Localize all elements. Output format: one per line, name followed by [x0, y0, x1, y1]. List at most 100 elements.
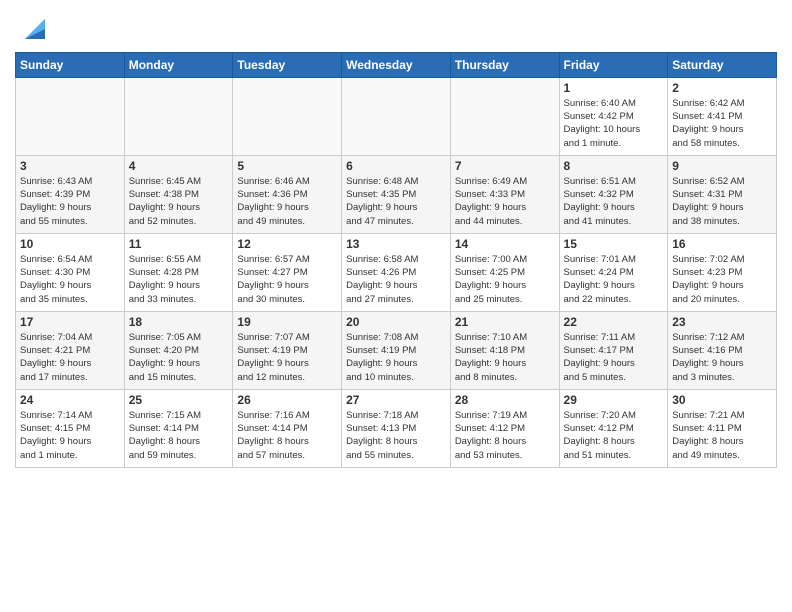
logo-text: [15, 15, 49, 48]
calendar-cell: 22 Sunrise: 7:11 AM Sunset: 4:17 PM Dayli…: [559, 311, 668, 389]
calendar-cell: 25 Sunrise: 7:15 AM Sunset: 4:14 PM Dayli…: [124, 389, 233, 467]
day-info: Sunrise: 6:42 AM Sunset: 4:41 PM Dayligh…: [672, 97, 772, 150]
calendar-week-row: 10 Sunrise: 6:54 AM Sunset: 4:30 PM Dayli…: [16, 233, 777, 311]
weekday-header: Saturday: [668, 52, 777, 77]
calendar-week-row: 1Sunrise: 6:40 AM Sunset: 4:42 PM Daylig…: [16, 77, 777, 155]
calendar-cell: 14 Sunrise: 7:00 AM Sunset: 4:25 PM Dayli…: [450, 233, 559, 311]
day-number: 3: [20, 159, 120, 173]
day-number: 19: [237, 315, 337, 329]
calendar-cell: 15 Sunrise: 7:01 AM Sunset: 4:24 PM Dayli…: [559, 233, 668, 311]
header: [15, 10, 777, 44]
day-number: 26: [237, 393, 337, 407]
weekday-header: Monday: [124, 52, 233, 77]
day-info: Sunrise: 7:07 AM Sunset: 4:19 PM Dayligh…: [237, 331, 337, 384]
day-number: 10: [20, 237, 120, 251]
calendar-cell: 16Sunrise: 7:02 AM Sunset: 4:23 PM Dayli…: [668, 233, 777, 311]
calendar-header-row: SundayMondayTuesdayWednesdayThursdayFrid…: [16, 52, 777, 77]
day-info: Sunrise: 7:20 AM Sunset: 4:12 PM Dayligh…: [564, 409, 664, 462]
day-number: 16: [672, 237, 772, 251]
day-info: Sunrise: 7:04 AM Sunset: 4:21 PM Dayligh…: [20, 331, 120, 384]
calendar-week-row: 24 Sunrise: 7:14 AM Sunset: 4:15 PM Dayli…: [16, 389, 777, 467]
calendar-cell: 1Sunrise: 6:40 AM Sunset: 4:42 PM Daylig…: [559, 77, 668, 155]
day-info: Sunrise: 6:46 AM Sunset: 4:36 PM Dayligh…: [237, 175, 337, 228]
calendar-cell: 20 Sunrise: 7:08 AM Sunset: 4:19 PM Dayli…: [342, 311, 451, 389]
day-info: Sunrise: 7:19 AM Sunset: 4:12 PM Dayligh…: [455, 409, 555, 462]
calendar-cell: 6Sunrise: 6:48 AM Sunset: 4:35 PM Daylig…: [342, 155, 451, 233]
calendar-cell: 12 Sunrise: 6:57 AM Sunset: 4:27 PM Dayli…: [233, 233, 342, 311]
day-info: Sunrise: 7:00 AM Sunset: 4:25 PM Dayligh…: [455, 253, 555, 306]
calendar-cell: 23 Sunrise: 7:12 AM Sunset: 4:16 PM Dayli…: [668, 311, 777, 389]
day-info: Sunrise: 6:57 AM Sunset: 4:27 PM Dayligh…: [237, 253, 337, 306]
day-number: 22: [564, 315, 664, 329]
day-number: 20: [346, 315, 446, 329]
day-info: Sunrise: 7:21 AM Sunset: 4:11 PM Dayligh…: [672, 409, 772, 462]
calendar-cell: 5 Sunrise: 6:46 AM Sunset: 4:36 PM Daylig…: [233, 155, 342, 233]
calendar-cell: 10 Sunrise: 6:54 AM Sunset: 4:30 PM Dayli…: [16, 233, 125, 311]
day-info: Sunrise: 6:55 AM Sunset: 4:28 PM Dayligh…: [129, 253, 229, 306]
weekday-header: Tuesday: [233, 52, 342, 77]
day-info: Sunrise: 7:12 AM Sunset: 4:16 PM Dayligh…: [672, 331, 772, 384]
calendar-cell: 29 Sunrise: 7:20 AM Sunset: 4:12 PM Dayli…: [559, 389, 668, 467]
calendar-table: SundayMondayTuesdayWednesdayThursdayFrid…: [15, 52, 777, 468]
day-info: Sunrise: 6:40 AM Sunset: 4:42 PM Dayligh…: [564, 97, 664, 150]
day-number: 15: [564, 237, 664, 251]
calendar-cell: 11 Sunrise: 6:55 AM Sunset: 4:28 PM Dayli…: [124, 233, 233, 311]
calendar-cell: 8 Sunrise: 6:51 AM Sunset: 4:32 PM Daylig…: [559, 155, 668, 233]
day-info: Sunrise: 7:16 AM Sunset: 4:14 PM Dayligh…: [237, 409, 337, 462]
calendar-cell: 9 Sunrise: 6:52 AM Sunset: 4:31 PM Daylig…: [668, 155, 777, 233]
day-number: 2: [672, 81, 772, 95]
calendar-cell: [16, 77, 125, 155]
weekday-header: Wednesday: [342, 52, 451, 77]
day-info: Sunrise: 6:49 AM Sunset: 4:33 PM Dayligh…: [455, 175, 555, 228]
day-number: 25: [129, 393, 229, 407]
calendar-cell: 30Sunrise: 7:21 AM Sunset: 4:11 PM Dayli…: [668, 389, 777, 467]
calendar-cell: 26 Sunrise: 7:16 AM Sunset: 4:14 PM Dayli…: [233, 389, 342, 467]
day-number: 13: [346, 237, 446, 251]
weekday-header: Sunday: [16, 52, 125, 77]
day-info: Sunrise: 7:08 AM Sunset: 4:19 PM Dayligh…: [346, 331, 446, 384]
calendar-cell: [233, 77, 342, 155]
day-number: 23: [672, 315, 772, 329]
day-number: 21: [455, 315, 555, 329]
day-number: 4: [129, 159, 229, 173]
day-info: Sunrise: 7:11 AM Sunset: 4:17 PM Dayligh…: [564, 331, 664, 384]
calendar-cell: [450, 77, 559, 155]
day-number: 5: [237, 159, 337, 173]
day-number: 18: [129, 315, 229, 329]
calendar-cell: 7Sunrise: 6:49 AM Sunset: 4:33 PM Daylig…: [450, 155, 559, 233]
calendar-cell: 21 Sunrise: 7:10 AM Sunset: 4:18 PM Dayli…: [450, 311, 559, 389]
day-info: Sunrise: 6:51 AM Sunset: 4:32 PM Dayligh…: [564, 175, 664, 228]
page-container: SundayMondayTuesdayWednesdayThursdayFrid…: [0, 0, 792, 612]
day-number: 14: [455, 237, 555, 251]
day-info: Sunrise: 6:54 AM Sunset: 4:30 PM Dayligh…: [20, 253, 120, 306]
calendar-cell: 18Sunrise: 7:05 AM Sunset: 4:20 PM Dayli…: [124, 311, 233, 389]
calendar-cell: 13 Sunrise: 6:58 AM Sunset: 4:26 PM Dayli…: [342, 233, 451, 311]
day-number: 12: [237, 237, 337, 251]
day-number: 24: [20, 393, 120, 407]
day-number: 11: [129, 237, 229, 251]
weekday-header: Thursday: [450, 52, 559, 77]
day-number: 8: [564, 159, 664, 173]
calendar-cell: 4 Sunrise: 6:45 AM Sunset: 4:38 PM Daylig…: [124, 155, 233, 233]
calendar-week-row: 3Sunrise: 6:43 AM Sunset: 4:39 PM Daylig…: [16, 155, 777, 233]
calendar-cell: [342, 77, 451, 155]
day-info: Sunrise: 6:45 AM Sunset: 4:38 PM Dayligh…: [129, 175, 229, 228]
day-info: Sunrise: 7:10 AM Sunset: 4:18 PM Dayligh…: [455, 331, 555, 384]
day-info: Sunrise: 7:18 AM Sunset: 4:13 PM Dayligh…: [346, 409, 446, 462]
day-info: Sunrise: 7:14 AM Sunset: 4:15 PM Dayligh…: [20, 409, 120, 462]
day-info: Sunrise: 6:52 AM Sunset: 4:31 PM Dayligh…: [672, 175, 772, 228]
logo: [15, 15, 49, 44]
day-info: Sunrise: 7:15 AM Sunset: 4:14 PM Dayligh…: [129, 409, 229, 462]
day-number: 6: [346, 159, 446, 173]
day-info: Sunrise: 6:58 AM Sunset: 4:26 PM Dayligh…: [346, 253, 446, 306]
calendar-cell: 27Sunrise: 7:18 AM Sunset: 4:13 PM Dayli…: [342, 389, 451, 467]
calendar-cell: 28Sunrise: 7:19 AM Sunset: 4:12 PM Dayli…: [450, 389, 559, 467]
weekday-header: Friday: [559, 52, 668, 77]
day-number: 29: [564, 393, 664, 407]
calendar-cell: 3Sunrise: 6:43 AM Sunset: 4:39 PM Daylig…: [16, 155, 125, 233]
calendar-cell: 19 Sunrise: 7:07 AM Sunset: 4:19 PM Dayli…: [233, 311, 342, 389]
calendar-cell: 17Sunrise: 7:04 AM Sunset: 4:21 PM Dayli…: [16, 311, 125, 389]
day-info: Sunrise: 7:01 AM Sunset: 4:24 PM Dayligh…: [564, 253, 664, 306]
day-number: 9: [672, 159, 772, 173]
calendar-cell: 24 Sunrise: 7:14 AM Sunset: 4:15 PM Dayli…: [16, 389, 125, 467]
